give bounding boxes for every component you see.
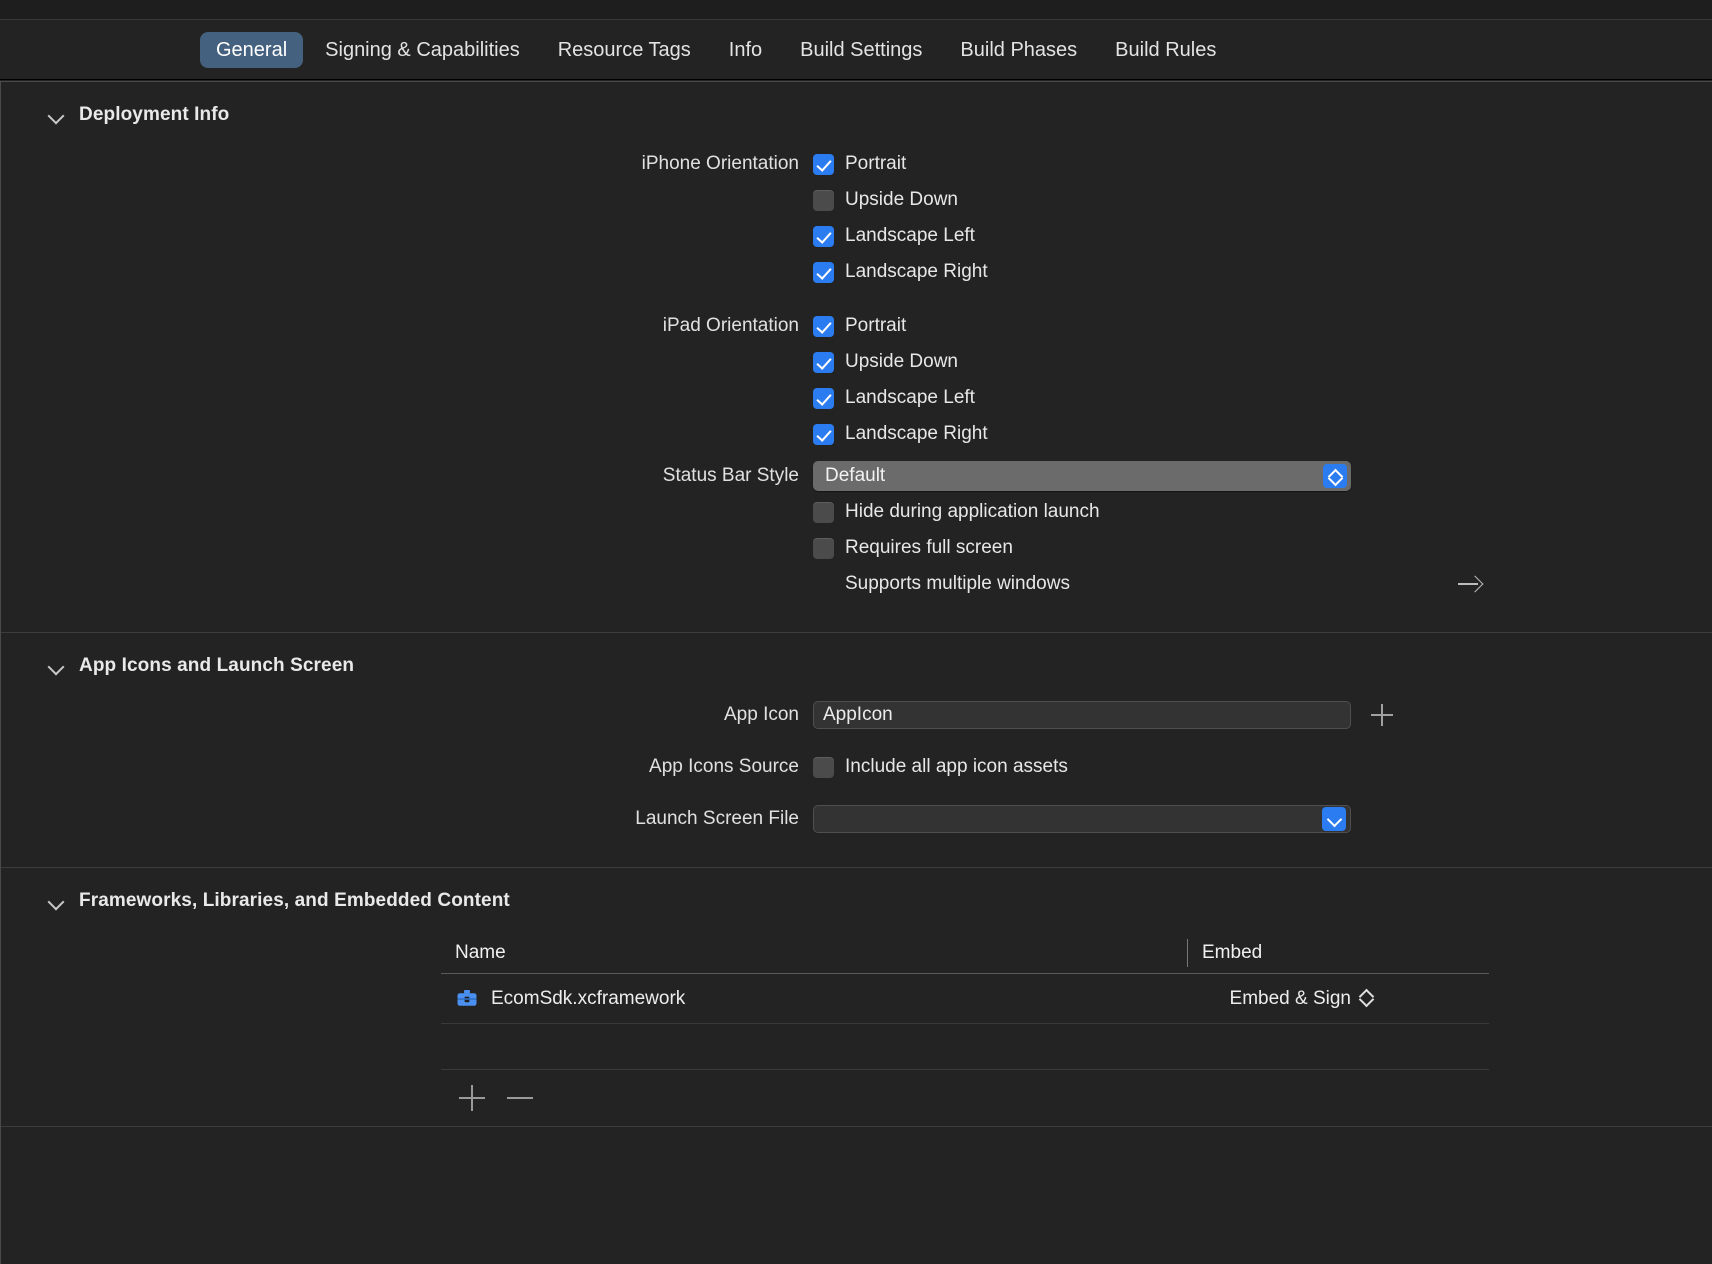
section-frameworks-libraries: Frameworks, Libraries, and Embedded Cont…: [1, 868, 1712, 1127]
app-icon-field[interactable]: AppIcon: [813, 701, 1351, 729]
column-header-name: Name: [455, 941, 506, 963]
supports-multiple-windows-label: Supports multiple windows: [845, 573, 1070, 594]
frameworks-header[interactable]: Frameworks, Libraries, and Embedded Cont…: [1, 868, 1712, 932]
checkbox-icon[interactable]: [813, 351, 834, 373]
row-supports-multiple-windows[interactable]: Supports multiple windows: [813, 566, 1712, 602]
row-iphone-orientation: iPhone Orientation Portrait Upside Down …: [1, 146, 1712, 290]
frameworks-table-header: Name Embed: [441, 932, 1489, 974]
checkbox-icon[interactable]: [813, 537, 834, 559]
tab-build-rules[interactable]: Build Rules: [1099, 32, 1232, 68]
checkbox-label: Landscape Right: [845, 261, 988, 282]
section-title: Deployment Info: [79, 104, 230, 125]
add-app-icon-button[interactable]: [1371, 704, 1393, 726]
checkbox-hide-during-launch[interactable]: Hide during application launch: [813, 494, 1100, 530]
remove-framework-button[interactable]: [507, 1085, 533, 1111]
checkbox-ipad-portrait[interactable]: Portrait: [813, 308, 906, 344]
checkbox-iphone-upside-down[interactable]: Upside Down: [813, 182, 958, 218]
table-row[interactable]: EcomSdk.xcframework Embed & Sign: [441, 974, 1489, 1024]
checkbox-icon[interactable]: [813, 501, 834, 523]
section-title: App Icons and Launch Screen: [79, 655, 355, 676]
checkbox-label: Landscape Right: [845, 423, 988, 444]
project-editor-tabbar: General Signing & Capabilities Resource …: [0, 20, 1712, 80]
status-bar-style-popup[interactable]: Default: [813, 461, 1351, 491]
checkbox-requires-full-screen[interactable]: Requires full screen: [813, 530, 1013, 566]
tab-signing-capabilities[interactable]: Signing & Capabilities: [309, 32, 536, 68]
checkbox-icon[interactable]: [813, 423, 834, 445]
general-settings-scroll-area[interactable]: Deployment Info iPhone Orientation Portr…: [0, 81, 1712, 1264]
embed-value: Embed & Sign: [1229, 987, 1351, 1009]
checkbox-iphone-portrait[interactable]: Portrait: [813, 146, 906, 182]
tab-build-settings[interactable]: Build Settings: [784, 32, 938, 68]
checkbox-label: Include all app icon assets: [845, 756, 1068, 777]
row-launch-screen-file: Launch Screen File: [1, 801, 1712, 837]
checkbox-label: Landscape Left: [845, 387, 975, 408]
framework-name: EcomSdk.xcframework: [491, 987, 686, 1009]
chevron-down-icon[interactable]: [47, 106, 65, 124]
tab-resource-tags[interactable]: Resource Tags: [542, 32, 707, 68]
row-ipad-orientation: iPad Orientation Portrait Upside Down La…: [1, 308, 1712, 452]
app-icon-value: AppIcon: [823, 704, 893, 725]
checkbox-icon[interactable]: [813, 189, 834, 211]
checkbox-label: Hide during application launch: [845, 501, 1100, 522]
launch-screen-file-label: Launch Screen File: [635, 808, 799, 829]
checkbox-label: Portrait: [845, 153, 907, 174]
iphone-orientation-label: iPhone Orientation: [641, 153, 799, 174]
column-header-embed: Embed: [1187, 938, 1489, 967]
window-top-strip: [0, 0, 1712, 20]
tab-general[interactable]: General: [200, 31, 304, 68]
framework-name-cell: EcomSdk.xcframework: [441, 987, 1187, 1011]
checkbox-ipad-upside-down[interactable]: Upside Down: [813, 344, 958, 380]
tab-build-phases[interactable]: Build Phases: [944, 32, 1093, 68]
status-bar-style-label: Status Bar Style: [662, 465, 799, 486]
checkbox-label: Upside Down: [845, 189, 958, 210]
section-app-icons-launch-screen: App Icons and Launch Screen App Icon App…: [1, 633, 1712, 868]
app-icons-source-label: App Icons Source: [649, 756, 799, 777]
checkbox-icon[interactable]: [813, 756, 834, 778]
chevron-up-down-icon[interactable]: [1360, 988, 1373, 1009]
xcode-project-editor: General Signing & Capabilities Resource …: [0, 0, 1712, 1264]
frameworks-table-footer: [441, 1070, 1489, 1126]
checkbox-icon[interactable]: [813, 387, 834, 409]
xcframework-icon: [457, 989, 477, 1006]
section-title: Frameworks, Libraries, and Embedded Cont…: [79, 890, 510, 911]
ipad-orientation-label: iPad Orientation: [662, 315, 799, 336]
launch-screen-file-field[interactable]: [813, 805, 1351, 833]
deployment-info-header[interactable]: Deployment Info: [1, 82, 1712, 146]
add-framework-button[interactable]: [459, 1085, 485, 1111]
checkbox-icon[interactable]: [813, 153, 834, 175]
row-status-bar-style: Status Bar Style Default Hide during app…: [1, 458, 1712, 602]
checkbox-icon[interactable]: [813, 315, 834, 337]
checkbox-icon[interactable]: [813, 261, 834, 283]
checkbox-include-all-app-icon-assets[interactable]: Include all app icon assets: [813, 749, 1068, 785]
checkbox-label: Portrait: [845, 315, 907, 336]
table-empty-row: [441, 1024, 1489, 1070]
chevron-down-icon[interactable]: [47, 657, 65, 675]
app-icons-header[interactable]: App Icons and Launch Screen: [1, 633, 1712, 697]
checkbox-iphone-landscape-left[interactable]: Landscape Left: [813, 218, 975, 254]
section-deployment-info: Deployment Info iPhone Orientation Portr…: [1, 82, 1712, 633]
checkbox-ipad-landscape-left[interactable]: Landscape Left: [813, 380, 975, 416]
arrow-right-icon[interactable]: [1457, 572, 1481, 596]
chevron-down-icon[interactable]: [47, 892, 65, 910]
row-app-icon: App Icon AppIcon: [1, 697, 1712, 733]
checkbox-ipad-landscape-right[interactable]: Landscape Right: [813, 416, 988, 452]
chevron-up-down-icon[interactable]: [1323, 464, 1347, 488]
row-app-icons-source: App Icons Source Include all app icon as…: [1, 749, 1712, 785]
checkbox-label: Upside Down: [845, 351, 958, 372]
status-bar-style-value: Default: [825, 465, 886, 486]
framework-embed-cell[interactable]: Embed & Sign: [1187, 988, 1489, 1010]
checkbox-iphone-landscape-right[interactable]: Landscape Right: [813, 254, 988, 290]
tab-info[interactable]: Info: [713, 32, 778, 68]
checkbox-label: Requires full screen: [845, 537, 1013, 558]
frameworks-table: Name Embed EcomSdk.xcframework Embed & S…: [441, 932, 1489, 1126]
checkbox-label: Landscape Left: [845, 225, 975, 246]
checkbox-icon[interactable]: [813, 225, 834, 247]
app-icon-label: App Icon: [724, 704, 799, 725]
chevron-down-icon[interactable]: [1322, 807, 1346, 831]
